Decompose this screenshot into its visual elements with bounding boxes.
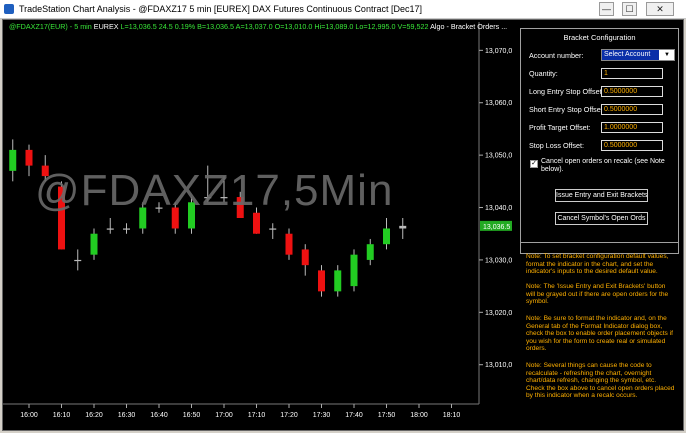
- note-default-values: Note: To set bracket configuration defau…: [526, 253, 669, 276]
- app-icon: [4, 4, 14, 14]
- candle-body: [350, 254, 358, 287]
- stop-loss-offset-field[interactable]: 0.5000000: [601, 140, 663, 151]
- time-tick-label: 16:20: [85, 412, 103, 419]
- quantity-field[interactable]: 1: [601, 68, 663, 79]
- profit-target-offset-field[interactable]: 1.0000000: [601, 122, 663, 133]
- note-format-indicator: Note: Be sure to format the indicator an…: [526, 315, 673, 353]
- short-entry-offset-field[interactable]: 0.5000000: [601, 104, 663, 115]
- chart-exchange: EUREX: [93, 22, 119, 31]
- time-tick-label: 16:30: [118, 412, 136, 419]
- candle-body: [123, 228, 130, 230]
- profit-target-label: Profit Target Offset:: [529, 123, 591, 132]
- note-recalc: Note: Several things can cause the code …: [526, 362, 675, 400]
- time-tick-label: 17:20: [280, 412, 298, 419]
- candle-body: [383, 228, 390, 245]
- price-tick-label: 13,010,0: [485, 362, 512, 369]
- bracket-config-panel: Bracket Configuration Account number: Se…: [516, 20, 683, 430]
- candle-body: [90, 233, 98, 255]
- candle-body: [318, 270, 325, 292]
- symbol-watermark: @FDAXZ17,5Min: [35, 166, 394, 215]
- bracket-config-form: Bracket Configuration Account number: Se…: [520, 28, 679, 254]
- candle-body: [301, 249, 309, 266]
- stop-loss-label: Stop Loss Offset:: [529, 141, 585, 150]
- chart-status-line: @FDAXZ17(EUR) - 5 min EUREX L=13,036.5 2…: [9, 22, 507, 31]
- candle-body: [285, 233, 293, 255]
- window-title: TradeStation Chart Analysis - @FDAXZ17 5…: [19, 4, 422, 14]
- minimize-button[interactable]: —: [599, 2, 614, 16]
- short-entry-label: Short Entry Stop Offset:: [529, 105, 605, 114]
- chart-stats: L=13,036.5 24.5 0.19% B=13,036.5 A=13,03…: [120, 22, 429, 31]
- account-label: Account number:: [529, 51, 584, 60]
- candlestick-chart[interactable]: 13,070,0 13,060,0 13,050,0 13,040,0 13,030,0…: [3, 20, 515, 430]
- time-tick-label: 18:10: [443, 412, 461, 419]
- price-tick-label: 13,020,0: [485, 310, 512, 317]
- chart-window: 13,070,0 13,060,0 13,050,0 13,040,0 13,030,0…: [2, 19, 684, 431]
- maximize-button[interactable]: ☐: [622, 2, 637, 16]
- price-chart[interactable]: 13,070,0 13,060,0 13,050,0 13,040,0 13,030,0…: [3, 20, 515, 430]
- candle-body: [9, 149, 17, 171]
- price-tick-label: 13,050,0: [485, 153, 512, 160]
- note-grayed-button: Note: The 'Issue Entry and Exit Brackets…: [526, 283, 669, 306]
- price-tick-label: 13,070,0: [485, 48, 512, 55]
- chart-symbol: @FDAXZ17(EUR) - 5 min: [9, 22, 92, 31]
- chevron-down-icon[interactable]: ▼: [661, 51, 673, 59]
- time-tick-label: 16:50: [183, 412, 201, 419]
- candle-body: [25, 149, 33, 166]
- candle-body: [366, 244, 374, 260]
- account-select-value: Select Account: [602, 50, 659, 60]
- account-select[interactable]: Select Account ▼: [601, 49, 675, 61]
- time-tick-label: 16:40: [150, 412, 168, 419]
- panel-title: Bracket Configuration: [563, 33, 636, 42]
- price-tick-label: 13,060,0: [485, 100, 512, 107]
- time-tick-label: 16:10: [53, 412, 71, 419]
- quantity-label: Quantity:: [529, 69, 558, 78]
- long-entry-offset-field[interactable]: 0.5000000: [601, 86, 663, 97]
- cancel-on-recalc-label: Cancel open orders on recalc (see Note b…: [541, 158, 665, 173]
- issue-brackets-button[interactable]: Issue Entry and Exit Brackets: [555, 189, 648, 202]
- price-tick-label: 13,030,0: [485, 257, 512, 264]
- time-tick-label: 17:40: [345, 412, 363, 419]
- candle-body: [106, 228, 114, 230]
- chart-study-name: Algo - Bracket Orders ...: [430, 22, 508, 31]
- time-tick-label: 17:10: [248, 412, 266, 419]
- time-tick-label: 16:00: [20, 412, 38, 419]
- notes-section: Note: To set bracket configuration defau…: [520, 242, 679, 428]
- cancel-on-recalc-checkbox[interactable]: ✓: [530, 160, 538, 168]
- time-tick-label: 17:00: [215, 412, 233, 419]
- price-tick-label: 13,040,0: [485, 205, 512, 212]
- title-bar: TradeStation Chart Analysis - @FDAXZ17 5…: [0, 0, 686, 19]
- long-entry-label: Long Entry Stop Offset:: [529, 87, 604, 96]
- cancel-orders-button[interactable]: Cancel Symbol's Open Ords: [555, 212, 648, 225]
- time-tick-label: 18:00: [410, 412, 428, 419]
- time-tick-label: 17:30: [313, 412, 331, 419]
- time-tick-label: 17:50: [378, 412, 396, 419]
- candle-body: [334, 270, 342, 292]
- candle-body: [269, 228, 277, 230]
- last-price-label: 13,036.5: [483, 224, 510, 231]
- close-button[interactable]: ✕: [646, 2, 674, 16]
- candle-body: [74, 259, 82, 262]
- candle-body: [399, 225, 407, 229]
